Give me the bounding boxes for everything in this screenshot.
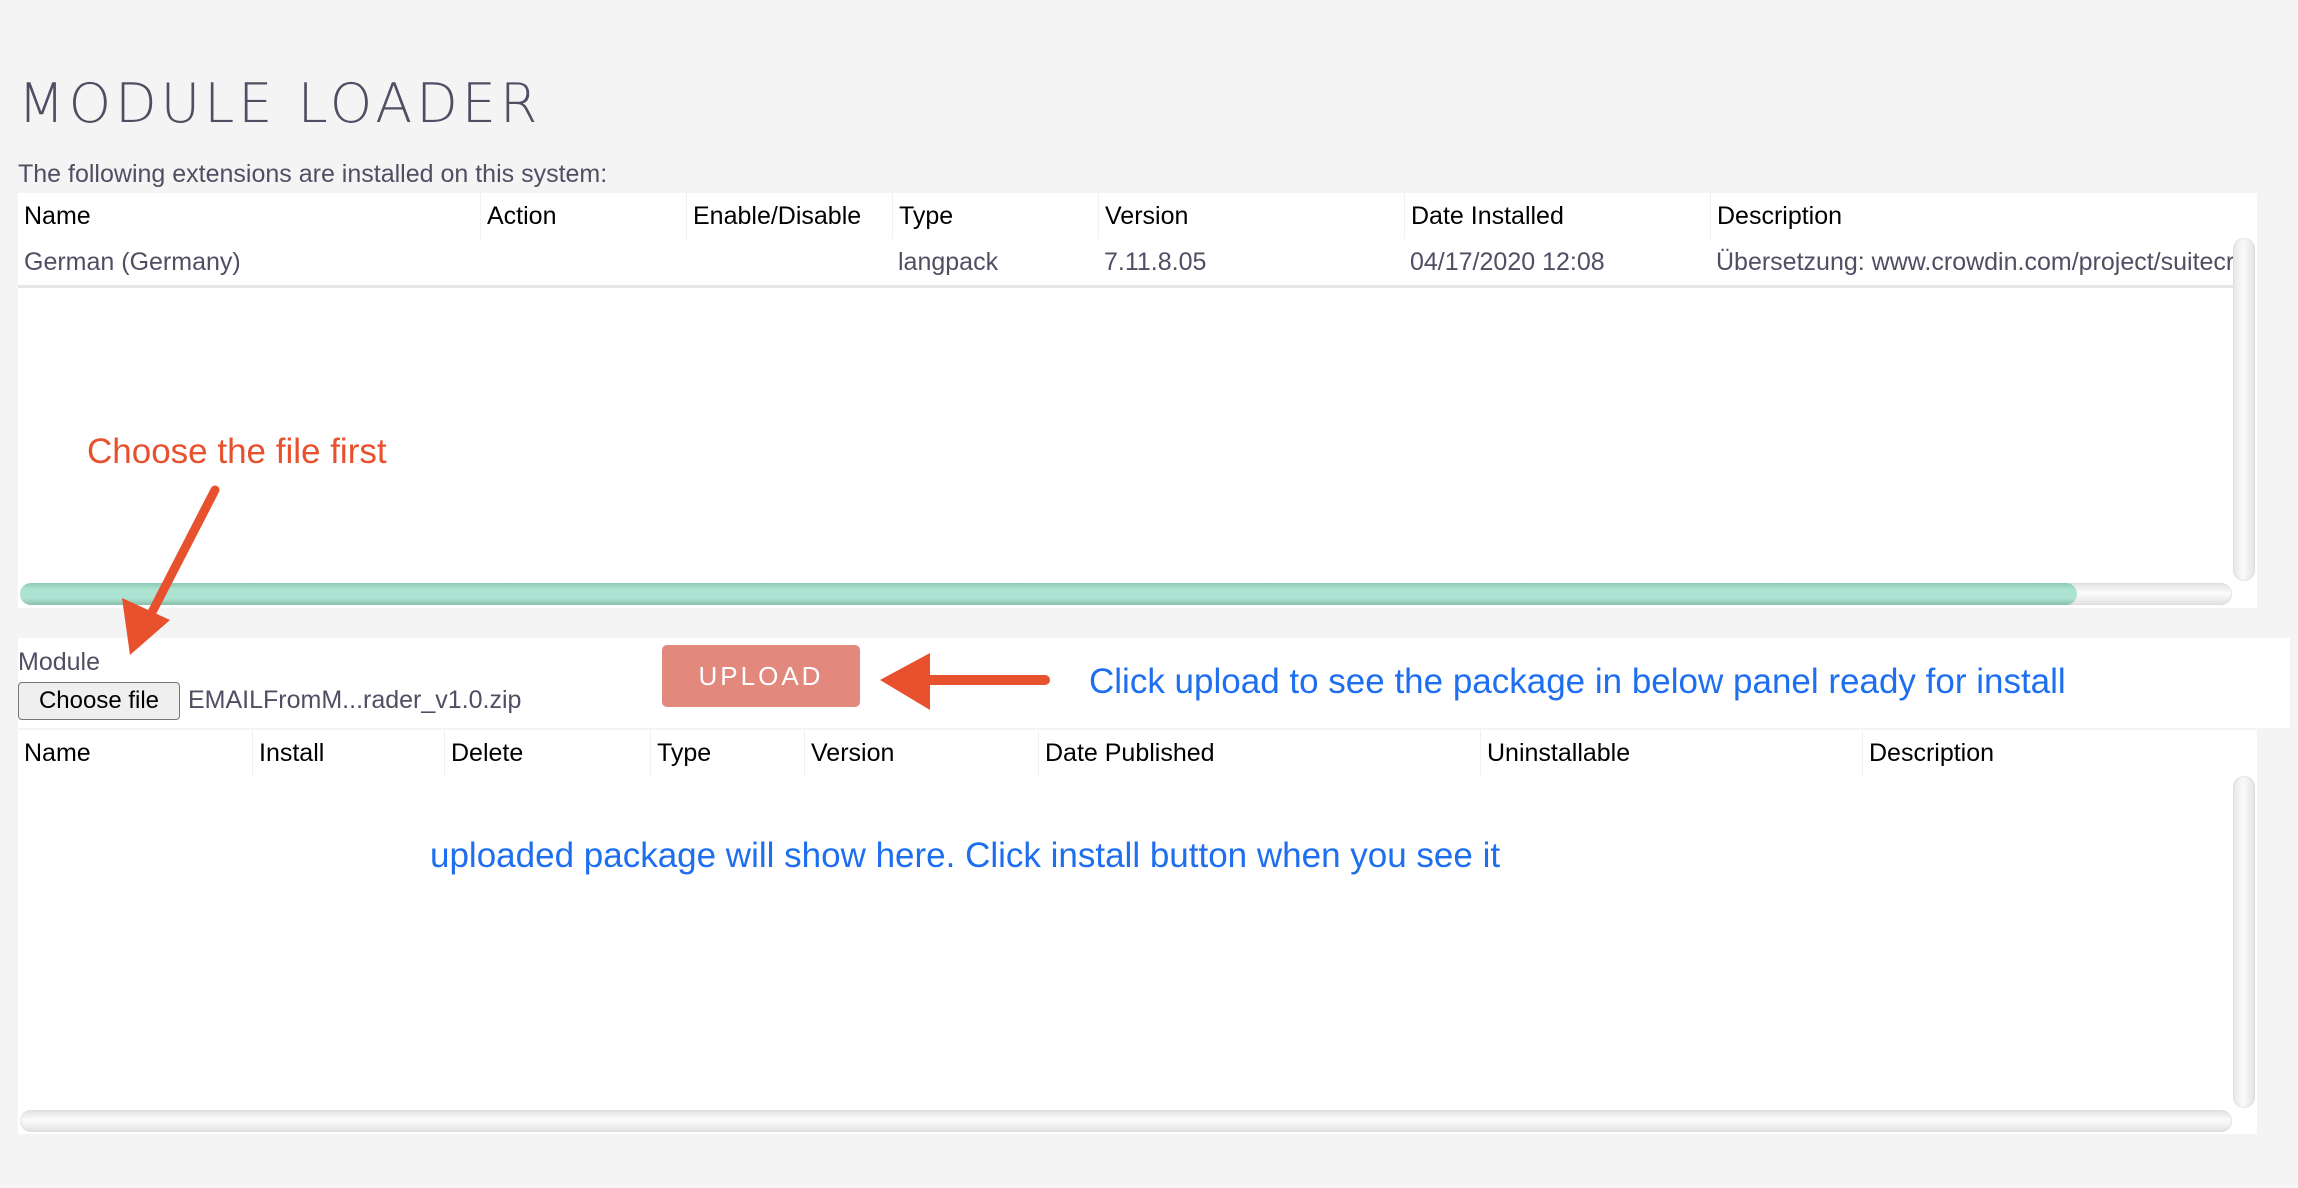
packages-panel: Name Install Delete Type Version Date Pu… <box>18 730 2257 1134</box>
installed-vertical-scrollbar[interactable] <box>2233 238 2255 581</box>
annotation-arrow-left-icon <box>880 653 1050 710</box>
installed-extensions-caption: The following extensions are installed o… <box>18 160 608 188</box>
selected-file-name: EMAILFromM...rader_v1.0.zip <box>188 686 522 714</box>
page-title: MODULE LOADER <box>18 72 542 135</box>
choose-file-button[interactable]: Choose file <box>18 682 180 720</box>
col-header-delete[interactable]: Delete <box>444 730 650 776</box>
upload-button[interactable]: UPLOAD <box>662 645 860 707</box>
cell-enable-disable <box>686 239 892 285</box>
col-header-type[interactable]: Type <box>892 193 1098 239</box>
packages-vertical-scrollbar[interactable] <box>2233 776 2255 1108</box>
col-header-date-published[interactable]: Date Published <box>1038 730 1480 776</box>
installed-horizontal-scrollbar[interactable] <box>20 583 2232 605</box>
module-label: Module <box>18 648 100 676</box>
annotation-arrow-down-left-icon <box>122 485 220 655</box>
col-header-enable-disable[interactable]: Enable/Disable <box>686 193 892 239</box>
cell-type: langpack <box>898 247 999 276</box>
cell-date-installed: 04/17/2020 12:08 <box>1410 247 1605 276</box>
col-header-description[interactable]: Description <box>1710 193 2230 239</box>
cell-name: German (Germany) <box>24 247 241 276</box>
col-header-version[interactable]: Version <box>804 730 1038 776</box>
col-header-date-installed[interactable]: Date Installed <box>1404 193 1710 239</box>
cell-action <box>480 239 686 285</box>
col-header-version[interactable]: Version <box>1098 193 1404 239</box>
col-header-type[interactable]: Type <box>650 730 804 776</box>
installed-table-header: Name Action Enable/Disable Type Version … <box>18 193 2257 239</box>
annotation-uploaded-package: uploaded package will show here. Click i… <box>430 836 1501 875</box>
col-header-description[interactable]: Description <box>1862 730 2232 776</box>
col-header-name[interactable]: Name <box>18 193 480 239</box>
annotation-click-upload: Click upload to see the package in below… <box>1089 662 2066 701</box>
installed-horizontal-scroll-thumb[interactable] <box>20 583 2078 605</box>
col-header-name[interactable]: Name <box>18 730 252 776</box>
packages-table-header: Name Install Delete Type Version Date Pu… <box>18 730 2257 776</box>
cell-description: Übersetzung: www.crowdin.com/project/sui… <box>1716 247 2233 276</box>
col-header-action[interactable]: Action <box>480 193 686 239</box>
annotation-choose-file: Choose the file first <box>87 432 387 471</box>
packages-horizontal-scrollbar[interactable] <box>20 1110 2232 1132</box>
table-row[interactable]: German (Germany) langpack 7.11.8.05 04/1… <box>18 239 2233 288</box>
col-header-uninstallable[interactable]: Uninstallable <box>1480 730 1862 776</box>
installed-extensions-panel: Name Action Enable/Disable Type Version … <box>18 193 2257 608</box>
cell-version: 7.11.8.05 <box>1104 247 1207 276</box>
col-header-install[interactable]: Install <box>252 730 444 776</box>
